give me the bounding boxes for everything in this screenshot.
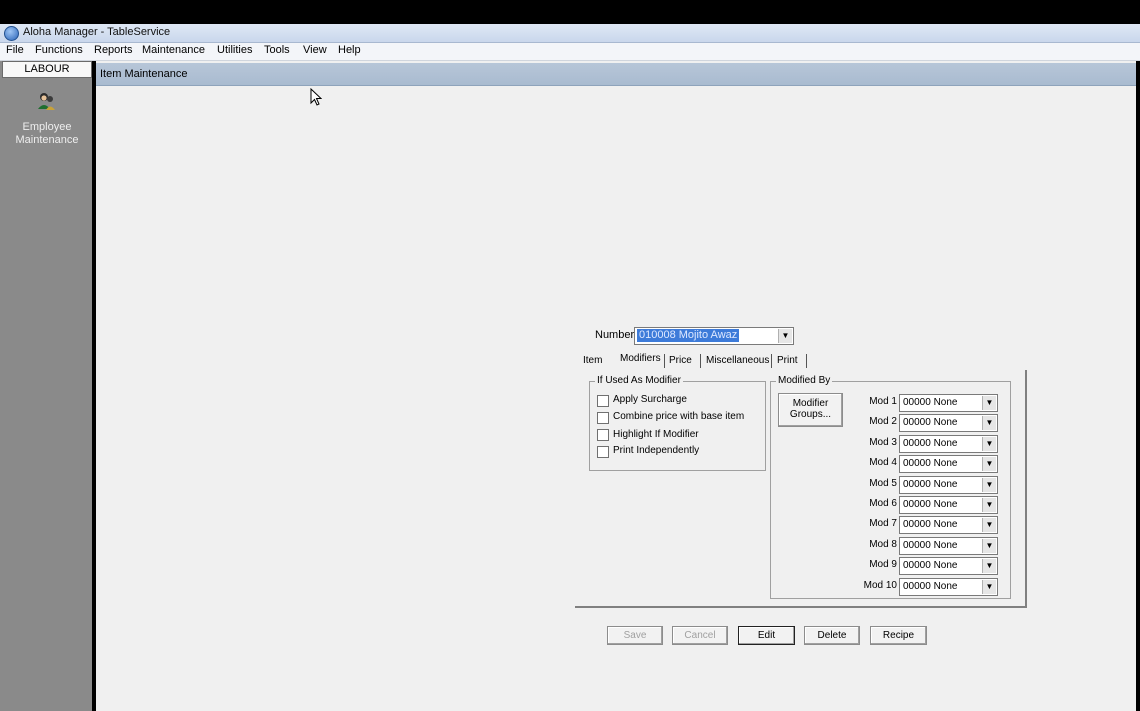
menu-functions[interactable]: Functions (35, 44, 83, 56)
chevron-down-icon[interactable]: ▼ (982, 498, 996, 512)
window-title: Aloha Manager - TableService (23, 26, 171, 38)
chevron-down-icon[interactable]: ▼ (982, 477, 996, 492)
combine-price-checkbox[interactable] (597, 412, 609, 424)
tab-print[interactable]: Print (777, 355, 798, 366)
mod-select-value: 00000 None (903, 397, 958, 408)
highlight-if-modifier-label: Highlight If Modifier (613, 429, 699, 440)
if-used-as-modifier-title: If Used As Modifier (595, 375, 683, 386)
mod-label: Mod 5 (869, 477, 897, 489)
app-icon (4, 26, 19, 41)
print-independently-checkbox[interactable] (597, 446, 609, 458)
number-label: Number: (595, 329, 638, 341)
modifier-groups-label-line1: Modifier (792, 398, 829, 409)
mod-label: Mod 6 (869, 498, 897, 509)
menu-utilities[interactable]: Utilities (217, 44, 252, 56)
mod-select[interactable]: 00000 None ▼ (899, 557, 998, 576)
window-edge (1136, 61, 1140, 711)
chevron-down-icon[interactable]: ▼ (982, 396, 996, 410)
mod-label: Mod 10 (863, 579, 897, 591)
combine-price-label: Combine price with base item (613, 411, 745, 422)
mod-select[interactable]: 00000 None ▼ (899, 455, 998, 474)
mod-select-value: 00000 None (903, 519, 958, 531)
menu-reports[interactable]: Reports (94, 44, 133, 56)
mod-select-value: 00000 None (903, 417, 958, 429)
mod-label: Mod 4 (869, 457, 897, 469)
page-title: Item Maintenance (100, 68, 188, 80)
tab-miscellaneous[interactable]: Miscellaneous (706, 355, 769, 366)
chevron-down-icon[interactable]: ▼ (982, 538, 996, 553)
menu-tools[interactable]: Tools (264, 44, 290, 56)
mod-select[interactable]: 00000 None ▼ (899, 496, 998, 514)
tab-separator (771, 354, 772, 368)
menu-file[interactable]: File (6, 44, 24, 56)
tab-separator (806, 354, 807, 368)
mod-select[interactable]: 00000 None ▼ (899, 577, 998, 596)
chevron-down-icon[interactable]: ▼ (982, 518, 996, 533)
modifier-groups-button[interactable]: Modifier Groups... (778, 393, 843, 427)
highlight-if-modifier-checkbox[interactable] (597, 429, 609, 441)
modifier-groups-label-line2: Groups... (789, 409, 832, 420)
chevron-down-icon[interactable]: ▼ (982, 579, 996, 594)
cancel-button[interactable]: Cancel (672, 626, 728, 645)
mod-label: Mod 7 (869, 518, 897, 530)
mod-label: Mod 8 (869, 538, 897, 550)
title-bar: Aloha Manager - TableService (0, 24, 1140, 43)
number-combo[interactable]: 010008 Mojito Awaz ▼ (634, 327, 794, 345)
mod-select-value: 00000 None (903, 560, 958, 572)
apply-surcharge-label: Apply Surcharge (613, 394, 687, 405)
mod-select-value: 00000 None (903, 437, 958, 449)
edit-button[interactable]: Edit (738, 626, 795, 645)
mod-select-value: 00000 None (903, 499, 958, 510)
tab-separator (664, 354, 665, 368)
mod-label: Mod 2 (869, 416, 897, 428)
save-button[interactable]: Save (607, 626, 663, 645)
mod-select-value: 00000 None (903, 539, 958, 551)
mod-select[interactable]: 00000 None ▼ (899, 414, 998, 433)
mod-label: Mod 1 (869, 396, 897, 407)
tab-price[interactable]: Price (669, 355, 692, 366)
modified-by-title: Modified By (776, 375, 833, 386)
delete-button[interactable]: Delete (804, 626, 860, 645)
mod-select-value: 00000 None (903, 458, 958, 470)
mod-select-value: 00000 None (903, 478, 958, 490)
print-independently-label: Print Independently (613, 445, 700, 456)
chevron-down-icon[interactable]: ▼ (982, 559, 996, 574)
sidebar-item-employee-maintenance[interactable]: Employee Maintenance (8, 121, 86, 147)
number-selected-value: 010008 Mojito Awaz (637, 329, 740, 342)
mod-label: Mod 9 (869, 559, 897, 571)
mouse-cursor-icon (310, 87, 323, 106)
tab-item[interactable]: Item (583, 355, 602, 366)
mod-label: Mod 3 (869, 436, 897, 448)
chevron-down-icon[interactable]: ▼ (778, 329, 792, 343)
sidebar (0, 61, 92, 711)
chevron-down-icon[interactable]: ▼ (982, 457, 996, 472)
mod-select[interactable]: 00000 None ▼ (899, 516, 998, 535)
main-header: Item Maintenance (96, 63, 1140, 86)
mod-select[interactable]: 00000 None ▼ (899, 536, 998, 555)
mod-select[interactable]: 00000 None ▼ (899, 475, 998, 494)
tab-modifiers[interactable]: Modifiers (620, 353, 661, 364)
recipe-button[interactable]: Recipe (870, 626, 927, 645)
menu-help[interactable]: Help (338, 44, 361, 56)
menu-maintenance[interactable]: Maintenance (142, 44, 205, 56)
labour-group-button[interactable]: LABOUR (2, 61, 92, 78)
sidebar-item-label-line2: Maintenance (15, 134, 79, 146)
employee-icon[interactable] (36, 91, 56, 111)
mod-select-value: 00000 None (903, 580, 958, 592)
chevron-down-icon[interactable]: ▼ (982, 436, 996, 451)
menu-bar: File Functions Reports Maintenance Utili… (0, 43, 1140, 61)
sidebar-item-label-line1: Employee (22, 121, 72, 133)
mod-select[interactable]: 00000 None ▼ (899, 434, 998, 453)
tab-separator (700, 354, 701, 368)
menu-view[interactable]: View (303, 44, 327, 56)
chevron-down-icon[interactable]: ▼ (982, 416, 996, 431)
apply-surcharge-checkbox[interactable] (597, 395, 609, 407)
mod-select[interactable]: 00000 None ▼ (899, 394, 998, 412)
